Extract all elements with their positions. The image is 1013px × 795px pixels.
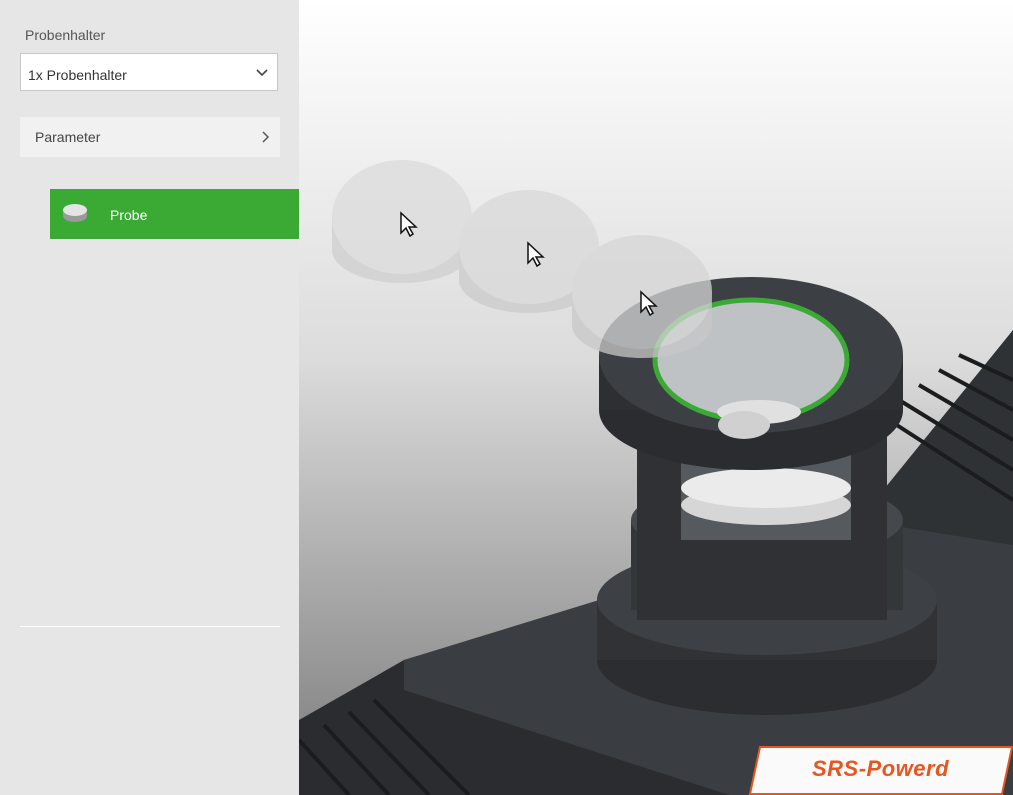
- probe-item[interactable]: Probe: [50, 189, 310, 239]
- holder-label: Probenhalter: [25, 27, 106, 43]
- holder-select-value: 1x Probenhalter: [28, 67, 127, 83]
- sidebar: Probenhalter 1x Probenhalter Parameter P…: [0, 0, 310, 795]
- probe-item-background: [50, 189, 310, 239]
- 3d-scene: [299, 0, 1013, 795]
- chevron-right-icon: [262, 131, 270, 143]
- 3d-viewport[interactable]: [299, 0, 1013, 795]
- badge-text: SRS-Powerd: [811, 756, 950, 781]
- parameter-label: Parameter: [35, 129, 101, 145]
- holder-select[interactable]: 1x Probenhalter: [20, 53, 278, 91]
- parameter-expander[interactable]: Parameter: [20, 117, 280, 157]
- sidebar-divider: [20, 626, 280, 627]
- chevron-down-icon: [256, 69, 268, 77]
- probe-label: Probe: [110, 207, 148, 223]
- brand-badge: SRS-Powerd: [748, 746, 1013, 795]
- sample-disc-icon: [63, 204, 87, 222]
